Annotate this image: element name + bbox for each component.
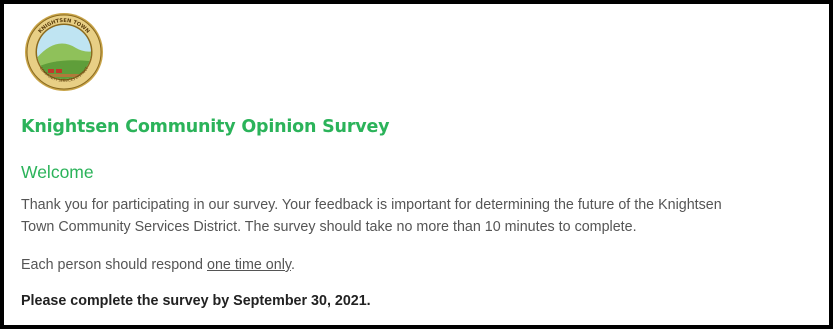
section-title-welcome: Welcome bbox=[21, 162, 94, 182]
survey-title: Knightsen Community Opinion Survey bbox=[21, 117, 390, 137]
district-seal-logo: KNIGHTSEN TOWN COMMUNITY SERVICES DISTRI… bbox=[25, 13, 103, 91]
survey-page: KNIGHTSEN TOWN COMMUNITY SERVICES DISTRI… bbox=[0, 0, 833, 329]
intro-line-2: Town Community Services District. The su… bbox=[21, 219, 637, 235]
respond-prefix: Each person should respond bbox=[21, 257, 207, 273]
deadline-notice: Please complete the survey by September … bbox=[21, 293, 371, 309]
intro-paragraph: Thank you for participating in our surve… bbox=[21, 194, 821, 238]
respond-suffix: . bbox=[290, 257, 295, 273]
respond-emphasis: one time only bbox=[207, 257, 291, 273]
intro-line-1: Thank you for participating in our surve… bbox=[21, 197, 722, 213]
respond-instruction: Each person should respond one time only… bbox=[21, 254, 821, 276]
